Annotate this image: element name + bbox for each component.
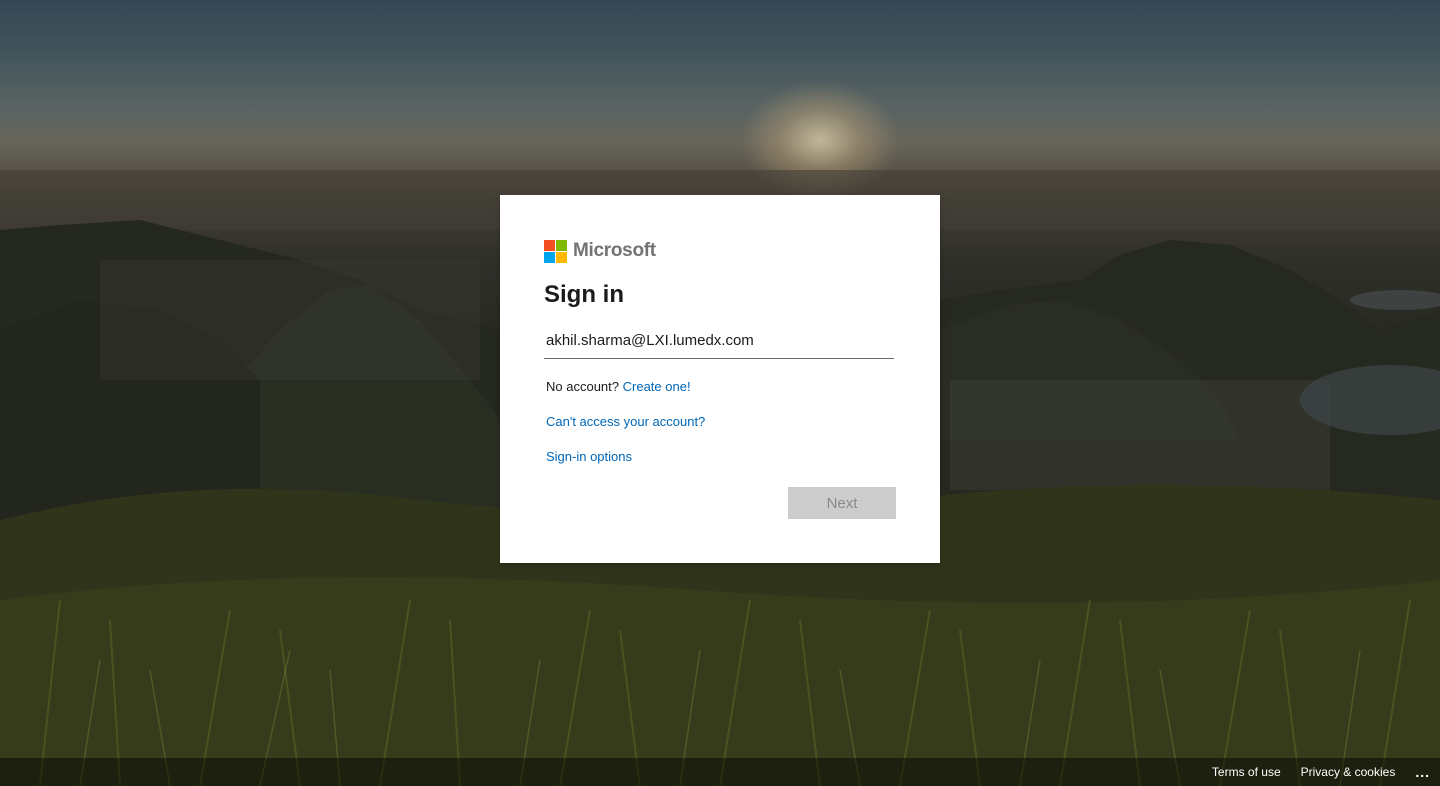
- cant-access-link[interactable]: Can't access your account?: [546, 414, 705, 429]
- cant-access-row: Can't access your account?: [546, 414, 896, 429]
- terms-of-use-link[interactable]: Terms of use: [1212, 765, 1281, 779]
- email-field[interactable]: [544, 323, 894, 359]
- no-account-row: No account? Create one!: [546, 379, 896, 394]
- more-options-button[interactable]: ...: [1415, 764, 1430, 780]
- signin-options-row: Sign-in options: [546, 449, 896, 464]
- microsoft-logo: Microsoft: [544, 239, 896, 263]
- next-button[interactable]: Next: [788, 487, 896, 519]
- logo-square-blue: [544, 251, 555, 263]
- page-title: Sign in: [544, 281, 624, 308]
- microsoft-logo-icon: [544, 239, 567, 263]
- logo-square-red: [544, 239, 555, 251]
- create-account-link[interactable]: Create one!: [623, 379, 691, 394]
- signin-card: Microsoft Sign in No account? Create one…: [500, 195, 940, 563]
- privacy-cookies-link[interactable]: Privacy & cookies: [1301, 765, 1396, 779]
- no-account-text: No account?: [546, 379, 619, 394]
- logo-square-green: [556, 239, 567, 251]
- logo-square-yellow: [556, 251, 567, 263]
- brand-name: Microsoft: [573, 240, 656, 261]
- footer-bar: Terms of use Privacy & cookies ...: [0, 758, 1440, 786]
- signin-options-link[interactable]: Sign-in options: [546, 449, 632, 464]
